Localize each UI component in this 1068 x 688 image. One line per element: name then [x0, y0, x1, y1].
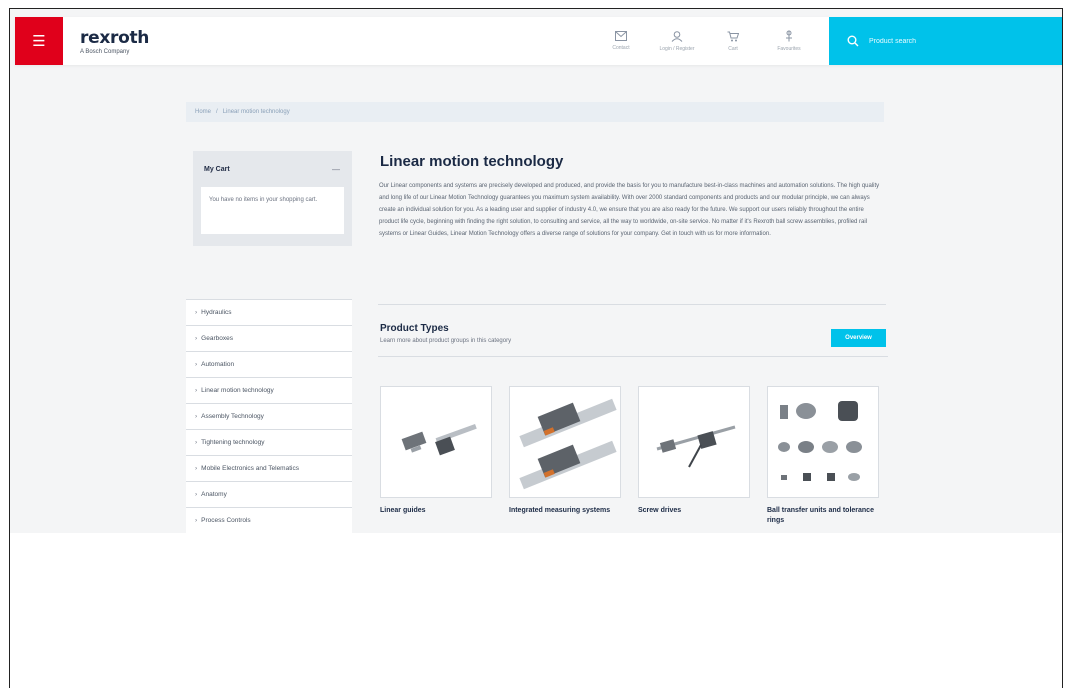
envelope-icon [615, 31, 627, 41]
product-types-section: Product Types Learn more about product g… [378, 314, 888, 357]
user-icon [671, 30, 683, 42]
site-header: ☰ rexroth A Bosch Company Contact Login … [15, 17, 1062, 65]
browser-frame: ☰ rexroth A Bosch Company Contact Login … [9, 8, 1063, 688]
chevron-right-icon: › [195, 413, 198, 420]
breadcrumb-home[interactable]: Home [195, 109, 211, 115]
cart-header[interactable]: My Cart — [193, 151, 352, 174]
sidebar-item-tightening[interactable]: › Tightening technology [186, 429, 352, 455]
screw-drive-image [638, 386, 750, 498]
product-card-ball-transfer[interactable]: Ball transfer units and tolerance rings [767, 386, 879, 526]
card-title: Screw drives [638, 507, 682, 514]
sidebar-item-automation[interactable]: › Automation [186, 351, 352, 377]
divider [378, 304, 886, 305]
category-nav: › Hydraulics › Gearboxes › Automation › Line… [186, 299, 352, 533]
search-input[interactable] [869, 37, 1019, 45]
page-title: Linear motion technology [380, 153, 564, 170]
breadcrumb: Home / Linear motion technology [186, 102, 884, 122]
sidebar-item-process-controls[interactable]: › Process Controls [186, 507, 352, 533]
favourites-link[interactable]: Favourites [767, 17, 811, 65]
sidebar-item-hydraulics[interactable]: › Hydraulics [186, 299, 352, 325]
cart-link[interactable]: Cart [711, 17, 755, 65]
card-title: Integrated measuring systems [509, 507, 611, 514]
chevron-right-icon: › [195, 517, 198, 524]
chevron-right-icon: › [195, 465, 198, 472]
contact-link[interactable]: Contact [599, 17, 643, 65]
product-card-screw-drives[interactable]: Screw drives [638, 386, 750, 526]
header-icons: Contact Login / Register Cart Favourites [599, 17, 811, 65]
product-cards: Linear guides Integrated measuring syste… [380, 386, 879, 526]
ball-transfer-image [767, 386, 879, 498]
breadcrumb-separator: / [216, 109, 218, 115]
card-title: Ball transfer units and tolerance rings [767, 507, 874, 524]
product-card-linear-guides[interactable]: Linear guides [380, 386, 492, 526]
linear-guide-image [380, 386, 492, 498]
sidebar-item-gearboxes[interactable]: › Gearboxes [186, 325, 352, 351]
chevron-right-icon: › [195, 361, 198, 368]
hamburger-icon: ☰ [32, 33, 46, 50]
intro-text: Our Linear components and systems are pr… [379, 183, 880, 238]
card-title: Linear guides [380, 507, 426, 514]
chevron-up-icon: — [332, 165, 340, 174]
logo[interactable]: rexroth A Bosch Company [80, 28, 149, 65]
main-content: Linear motion technology Our Linear comp… [378, 151, 886, 305]
search-box[interactable] [829, 17, 1062, 65]
cart-empty-message: You have no items in your shopping cart. [201, 187, 344, 234]
search-icon [847, 35, 859, 47]
overview-button[interactable]: Overview [831, 329, 886, 347]
chevron-right-icon: › [195, 335, 198, 342]
chevron-right-icon: › [195, 387, 198, 394]
mini-cart: My Cart — You have no items in your shop… [193, 151, 352, 246]
sidebar-item-assembly[interactable]: › Assembly Technology [186, 403, 352, 429]
divider [378, 356, 888, 357]
measuring-system-image [509, 386, 621, 498]
brand-subtitle: A Bosch Company [80, 49, 130, 55]
cart-title: My Cart [204, 166, 230, 173]
pin-icon [786, 30, 792, 42]
sidebar-item-anatomy[interactable]: › Anatomy [186, 481, 352, 507]
chevron-right-icon: › [195, 309, 198, 316]
login-link[interactable]: Login / Register [655, 17, 699, 65]
chevron-right-icon: › [195, 439, 198, 446]
breadcrumb-current[interactable]: Linear motion technology [223, 109, 290, 115]
product-types-subtitle: Learn more about product groups in this … [380, 338, 512, 344]
product-card-measuring-systems[interactable]: Integrated measuring systems [509, 386, 621, 526]
sidebar-item-linear-motion[interactable]: › Linear motion technology [186, 377, 352, 403]
product-types-title: Product Types [380, 323, 449, 334]
brand-name: rexroth [80, 28, 150, 48]
sidebar-item-mobile-electronics[interactable]: › Mobile Electronics and Telematics [186, 455, 352, 481]
menu-button[interactable]: ☰ [15, 17, 63, 65]
cart-icon [727, 31, 739, 41]
chevron-right-icon: › [195, 491, 198, 498]
